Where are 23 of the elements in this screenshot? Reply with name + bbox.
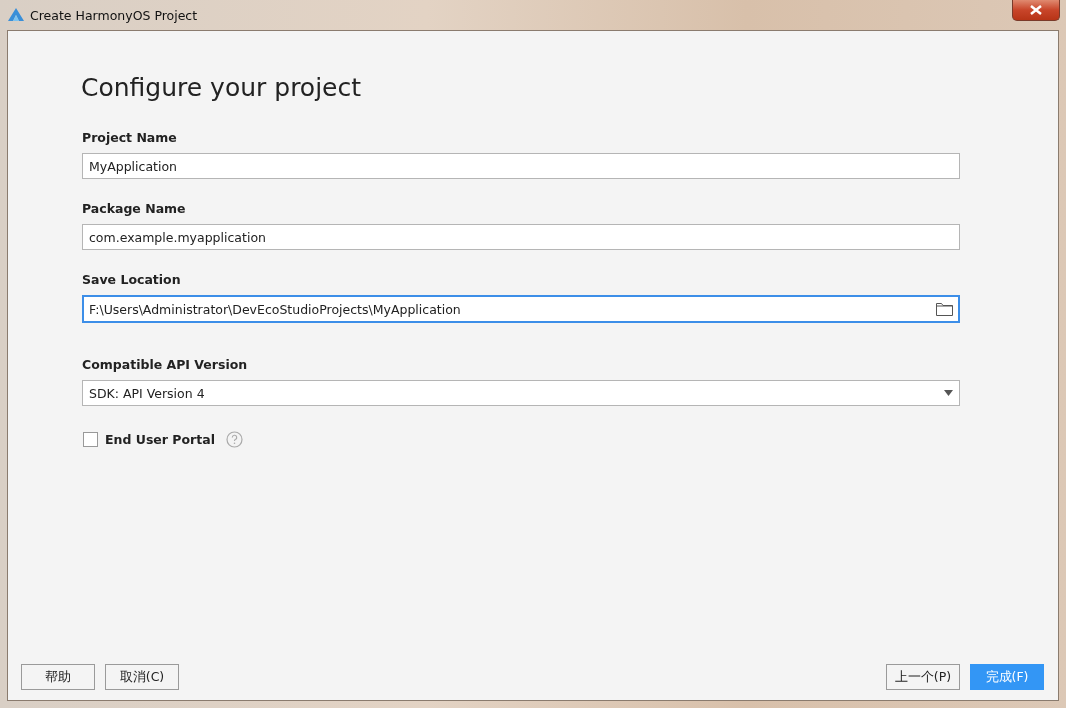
dialog-button[interactable]: 上一个(P) xyxy=(886,664,960,690)
dialog-button[interactable]: 取消(C) xyxy=(105,664,179,690)
text-field[interactable]: com.example.myapplication xyxy=(82,224,960,250)
field-label: Save Location xyxy=(82,272,182,287)
close-button[interactable] xyxy=(1012,0,1060,21)
close-icon[interactable] xyxy=(1030,5,1042,15)
field-label: Compatible API Version xyxy=(82,357,249,372)
folder-icon[interactable] xyxy=(936,302,953,316)
checkbox-label: End User Portal xyxy=(105,432,215,447)
text-field[interactable]: MyApplication xyxy=(82,153,960,179)
app-logo-icon xyxy=(8,8,24,22)
field-label: Package Name xyxy=(82,201,187,216)
window-title: Create HarmonyOS Project xyxy=(30,7,198,23)
api-version-dropdown[interactable]: SDK: API Version 4 xyxy=(82,380,960,406)
field-label: Project Name xyxy=(82,130,178,145)
dropdown-arrow-icon xyxy=(944,390,953,396)
checkbox[interactable] xyxy=(83,432,98,447)
page-heading: Configure your project xyxy=(81,73,363,102)
dialog-button[interactable]: 帮助 xyxy=(21,664,95,690)
field-input[interactable]: F:\Users\Administrator\DevEcoStudioProjects\MyApplication xyxy=(89,301,936,317)
text-field[interactable]: F:\Users\Administrator\DevEcoStudioProjects\MyApplication xyxy=(82,295,960,323)
field-input[interactable]: MyApplication xyxy=(89,158,953,174)
field-input[interactable]: com.example.myapplication xyxy=(89,229,953,245)
